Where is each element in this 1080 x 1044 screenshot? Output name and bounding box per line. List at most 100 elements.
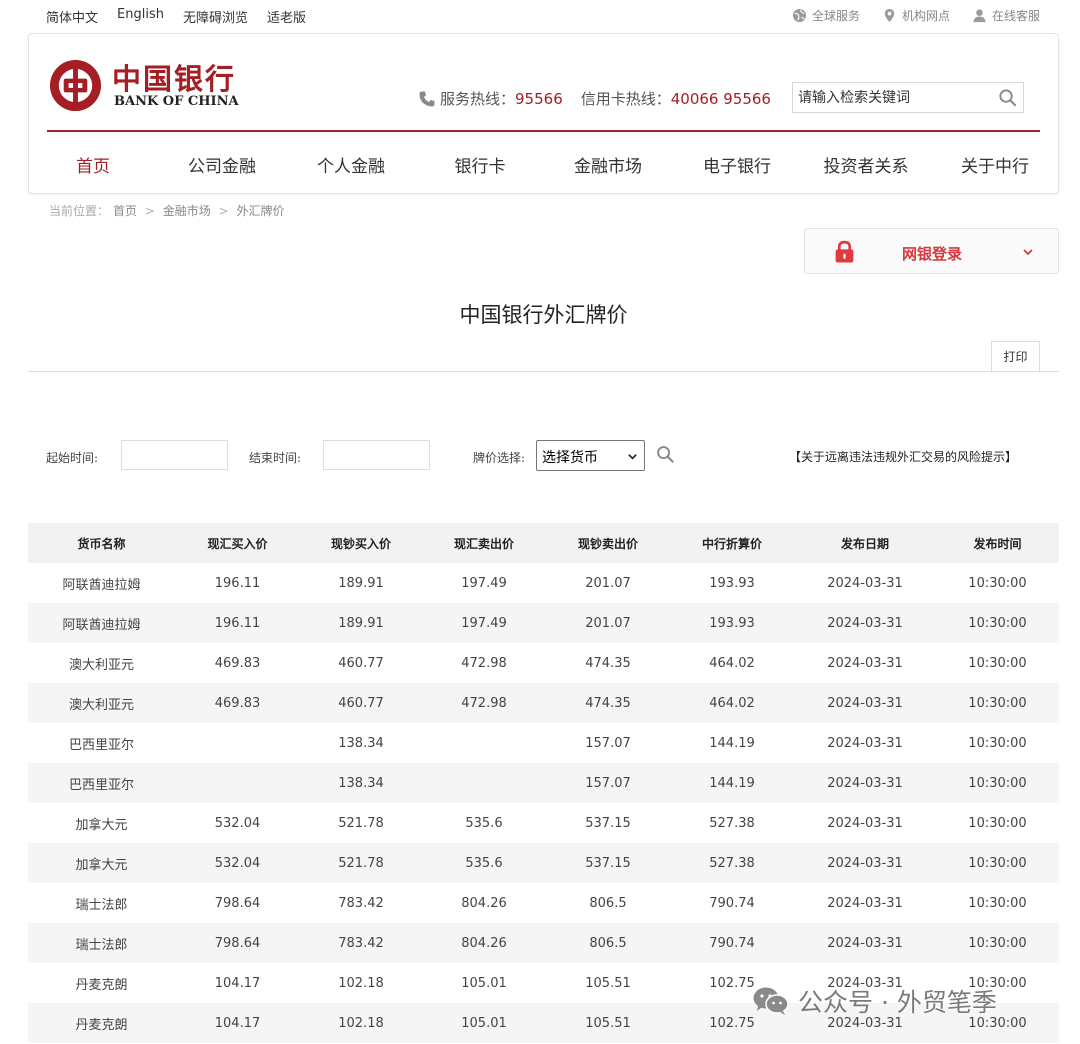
table-row: 阿联酋迪拉姆 196.11 189.91 197.49 201.07 193.93 2024… (28, 603, 1059, 643)
boc-conversion-price-cell: 527.38 (709, 815, 755, 831)
table-row: 巴西里亚尔 138.34 157.07 144.19 2024-03-31 10:30:0… (28, 723, 1059, 763)
table-header-row: 货币名称 现汇买入价 现钞买入价 现汇卖出价 现钞卖出价 中行折算价 发布日期 … (28, 523, 1059, 563)
cash-sell-price-cell: 201.07 (546, 603, 670, 643)
branch-locator-label: 机构网点 (901, 9, 950, 23)
nav-item-e-banking[interactable]: 电子银行 (703, 152, 771, 177)
table-row: 瑞士法郎 798.64 783.42 804.26 806.5 790.74 2024-03… (28, 883, 1059, 923)
table-row: 巴西里亚尔 138.34 157.07 144.19 2024-03-31 10:30:0… (28, 763, 1059, 803)
spot-buy-price-cell (175, 763, 300, 803)
online-banking-login-button[interactable]: 网银登录 (804, 228, 1059, 274)
cash-sell-price-cell: 157.07 (546, 763, 670, 803)
currency-name-cell: 瑞士法郎 (28, 923, 175, 963)
cash-buy-price-cell: 783.42 (338, 895, 384, 911)
publish-time-cell: 10:30:00 (936, 843, 1059, 883)
breadcrumb-separator: > (218, 204, 229, 218)
branch-locator-link[interactable]: 机构网点 (882, 7, 950, 24)
lock-icon (835, 240, 854, 263)
elderly-mode-link[interactable]: 适老版 (267, 7, 306, 26)
logo-chinese-name: 中国银行 (112, 62, 237, 96)
column-header: 中行折算价 (670, 523, 794, 563)
end-date-label: 结束时间: (249, 451, 302, 465)
nav-item-home[interactable]: 首页 (76, 152, 110, 177)
search-input[interactable] (793, 83, 991, 112)
column-header: 发布时间 (936, 523, 1059, 563)
spot-buy-price-cell: 196.11 (175, 603, 300, 643)
spot-buy-price-cell: 532.04 (214, 815, 261, 831)
currency-name-cell: 加拿大元 (28, 843, 175, 883)
cash-buy-price-cell: 460.77 (300, 683, 422, 723)
hotlines: 服务热线： 95566 信用卡热线： 40066 95566 (418, 88, 771, 109)
nav-item-financial-markets[interactable]: 金融市场 (574, 152, 642, 177)
language-links: 简体中文 English 无障碍浏览 适老版 (46, 7, 306, 26)
boc-conversion-price-cell: 790.74 (709, 895, 755, 911)
publish-date-cell: 2024-03-31 (827, 735, 903, 751)
breadcrumb-home[interactable]: 首页 (113, 204, 137, 218)
bank-logo[interactable]: 中国银行 BANK OF CHINA (48, 56, 248, 114)
spot-buy-price-cell: 104.17 (214, 975, 261, 991)
title-divider (28, 371, 1059, 372)
cash-buy-price-cell: 783.42 (300, 923, 422, 963)
start-date-label: 起始时间: (46, 451, 99, 465)
cash-sell-price-cell: 537.15 (585, 815, 631, 831)
print-button[interactable]: 打印 (991, 341, 1040, 371)
boc-conversion-price-cell: 193.93 (670, 603, 794, 643)
currency-select-value: 选择货币 (542, 450, 598, 466)
boc-conversion-price-cell: 464.02 (709, 655, 755, 671)
currency-name-cell: 丹麦克朗 (28, 1003, 175, 1043)
currency-name-cell: 丹麦克朗 (75, 977, 128, 993)
online-service-link[interactable]: 在线客服 (972, 7, 1040, 24)
publish-date-cell: 2024-03-31 (827, 575, 903, 591)
publish-time-cell: 10:30:00 (936, 923, 1059, 963)
start-date-input[interactable] (121, 440, 228, 470)
main-nav: 首页 公司金融 个人金融 银行卡 金融市场 电子银行 投资者关系 关于中行 (29, 152, 1060, 177)
lang-link-simplified-chinese[interactable]: 简体中文 (46, 7, 98, 26)
global-service-link[interactable]: 全球服务 (792, 7, 860, 24)
spot-sell-price-cell: 197.49 (461, 575, 507, 591)
search-icon[interactable] (656, 445, 675, 464)
cash-buy-price-cell: 521.78 (338, 815, 384, 831)
cash-sell-price-cell: 474.35 (585, 655, 631, 671)
nav-item-investor-relations[interactable]: 投资者关系 (824, 152, 909, 177)
spot-buy-price-cell: 104.17 (175, 1003, 300, 1043)
publish-date-cell: 2024-03-31 (794, 683, 936, 723)
bank-of-china-logo-mark (49, 59, 102, 112)
table-row: 澳大利亚元 469.83 460.77 472.98 474.35 464.02 2024-… (28, 683, 1059, 723)
cash-sell-price-cell: 201.07 (585, 575, 631, 591)
cash-buy-price-cell: 189.91 (300, 603, 422, 643)
nav-item-bank-cards[interactable]: 银行卡 (455, 152, 506, 177)
currency-name-cell: 加拿大元 (75, 817, 128, 833)
wechat-icon (753, 987, 789, 1015)
table-row: 阿联酋迪拉姆 196.11 189.91 197.49 201.07 193.93 2024… (28, 563, 1059, 603)
chevron-down-icon (628, 454, 637, 460)
publish-date-cell: 2024-03-31 (794, 603, 936, 643)
watermark: 公众号 · 外贸笔季 (752, 983, 997, 1019)
fx-risk-notice-link[interactable]: 【关于远离违法违规外汇交易的风险提示】 (789, 448, 1017, 465)
currency-select[interactable]: 选择货币 (536, 440, 645, 471)
currency-select-label: 牌价选择: (473, 451, 526, 465)
site-search (792, 82, 1024, 113)
table-row: 澳大利亚元 469.83 460.77 472.98 474.35 464.02 2024-… (28, 643, 1059, 683)
spot-buy-price-cell (175, 723, 300, 763)
cash-buy-price-cell: 138.34 (338, 735, 384, 751)
service-hotline-number[interactable]: 95566 (515, 90, 563, 108)
lang-link-english[interactable]: English (117, 7, 164, 26)
boc-conversion-price-cell: 144.19 (709, 735, 755, 751)
card-hotline-number[interactable]: 40066 95566 (671, 90, 771, 108)
currency-name-cell: 澳大利亚元 (68, 657, 134, 673)
cash-buy-price-cell: 102.18 (338, 975, 384, 991)
publish-time-cell: 10:30:00 (936, 603, 1059, 643)
service-hotline-label: 服务热线： (440, 90, 516, 108)
publish-date-cell: 2024-03-31 (827, 815, 903, 831)
nav-item-personal-banking[interactable]: 个人金融 (317, 152, 385, 177)
cash-sell-price-cell: 537.15 (546, 843, 670, 883)
spot-sell-price-cell: 105.01 (422, 1003, 546, 1043)
publish-time-cell: 10:30:00 (968, 655, 1027, 671)
top-utility-bar: 简体中文 English 无障碍浏览 适老版 全球服务 机构网点 在线客服 (0, 0, 1080, 30)
breadcrumb-financial-markets[interactable]: 金融市场 (163, 204, 211, 218)
search-icon[interactable] (998, 88, 1017, 107)
nav-item-about-boc[interactable]: 关于中行 (961, 152, 1029, 177)
nav-item-corporate-banking[interactable]: 公司金融 (188, 152, 256, 177)
accessibility-link[interactable]: 无障碍浏览 (183, 7, 248, 26)
spot-buy-price-cell: 196.11 (214, 575, 261, 591)
end-date-input[interactable] (323, 440, 430, 470)
